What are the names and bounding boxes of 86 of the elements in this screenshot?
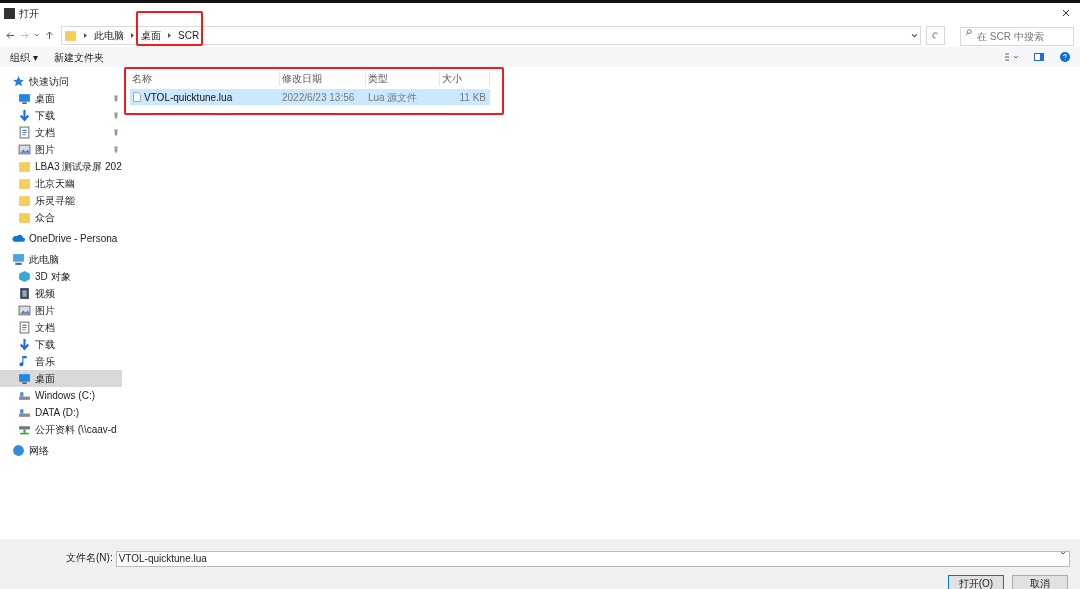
star-icon [12, 75, 25, 88]
down-arrow-icon [18, 109, 31, 122]
refresh-icon [932, 31, 939, 39]
pin-icon [113, 146, 119, 154]
up-arrow-icon[interactable] [45, 30, 54, 40]
sidebar-item[interactable]: 视频 [0, 285, 122, 302]
file-row[interactable]: VTOL-quicktune.lua 2022/6/23 13:56 Lua 源文件 11 KB [130, 89, 490, 105]
sidebar-item[interactable]: LBA3 测试录屏 202 [0, 158, 122, 175]
file-size: 11 KB [458, 90, 487, 105]
sidebar-item[interactable]: 此电脑 [0, 251, 122, 268]
document-icon [18, 126, 31, 139]
column-header[interactable]: 大小 [440, 71, 490, 86]
file-name-field[interactable]: VTOL-quicktune.lua [115, 550, 1070, 567]
network-drive-icon [18, 423, 31, 436]
sidebar-item[interactable]: 音乐 [0, 353, 122, 370]
monitor-icon [18, 372, 31, 385]
help-icon[interactable] [1060, 52, 1070, 62]
sidebar-item[interactable]: 公开资料 (\\caav-d [0, 421, 122, 438]
toolbar-button[interactable]: 组织 ▾ [10, 49, 38, 65]
folder-icon [64, 28, 77, 42]
address-bar[interactable]: 此电脑 桌面 SCR [61, 25, 921, 45]
sidebar-item[interactable]: 图片 [0, 141, 122, 158]
computer-icon [12, 253, 25, 266]
sidebar-item[interactable]: 图片 [0, 302, 122, 319]
cancel-button[interactable]: 取消 [1012, 575, 1068, 589]
file-type: Lua 源文件 [367, 90, 419, 105]
file-name: VTOL-quicktune.lua [144, 90, 233, 105]
monitor-icon [18, 92, 31, 105]
view-options-icon[interactable] [1004, 53, 1018, 61]
chevron-down-icon [1060, 550, 1066, 556]
drive-icon [18, 406, 31, 419]
sidebar-item[interactable]: 下载 [0, 336, 122, 353]
network-icon [12, 444, 25, 457]
close-icon [1062, 9, 1070, 17]
chevron-down-icon[interactable] [34, 32, 40, 38]
sidebar-item[interactable]: OneDrive - Persona [0, 230, 122, 247]
image-icon [18, 143, 31, 156]
breadcrumb-item[interactable]: SCR [178, 27, 200, 43]
folder-icon [18, 160, 31, 173]
document-icon [18, 321, 31, 334]
chevron-right-icon [167, 31, 172, 39]
breadcrumb-item[interactable]: 此电脑 [94, 27, 124, 43]
folder-icon [18, 177, 31, 190]
chevron-right-icon [83, 31, 88, 39]
film-icon [18, 287, 31, 300]
sidebar-item[interactable]: 北京天幽 [0, 175, 122, 192]
modified-date: 2022/6/23 13:56 [281, 90, 356, 105]
back-arrow-icon[interactable] [6, 30, 15, 40]
file-icon [133, 92, 141, 102]
sidebar-item[interactable]: 快速访问 [0, 73, 122, 90]
sidebar-item[interactable]: 桌面 [0, 90, 122, 107]
sidebar-item[interactable]: 3D 对象 [0, 268, 122, 285]
column-header[interactable]: 名称 [130, 71, 280, 86]
window-title: 打开 [19, 6, 39, 21]
sidebar-item[interactable]: 文档 [0, 319, 122, 336]
sidebar-item[interactable]: 众合 [0, 209, 122, 226]
preview-pane-icon[interactable] [1034, 53, 1044, 61]
app-icon [4, 7, 15, 19]
folder-icon [18, 211, 31, 224]
column-header[interactable]: 类型 [366, 71, 440, 86]
highlight-frame [136, 11, 203, 46]
folder-icon [18, 194, 31, 207]
cloud-icon [12, 232, 25, 245]
cube-icon [18, 270, 31, 283]
file-name-label: 文件名(N): [66, 550, 113, 565]
breadcrumb-item[interactable]: 桌面 [141, 27, 161, 43]
sidebar-item[interactable]: 文档 [0, 124, 122, 141]
column-header[interactable]: 修改日期 [280, 71, 366, 86]
search-field[interactable]: 在 SCR 中搜索 [960, 27, 1074, 46]
search-icon [965, 29, 972, 36]
pin-icon [113, 129, 119, 137]
sidebar-item[interactable]: 下载 [0, 107, 122, 124]
pin-icon [113, 112, 119, 120]
pin-icon [113, 95, 119, 103]
sidebar-item[interactable]: 桌面 [0, 370, 122, 387]
drive-icon [18, 389, 31, 402]
sidebar-item[interactable]: DATA (D:) [0, 404, 122, 421]
sidebar-item[interactable]: 网络 [0, 442, 122, 459]
chevron-right-icon [130, 31, 135, 39]
open-button[interactable]: 打开(O) [948, 575, 1004, 589]
sidebar-item[interactable]: 乐灵寻能 [0, 192, 122, 209]
image-icon [18, 304, 31, 317]
toolbar-button[interactable]: 新建文件夹 [53, 49, 104, 65]
chevron-down-icon[interactable] [911, 31, 918, 39]
sidebar-item[interactable]: Windows (C:) [0, 387, 122, 404]
down-arrow-icon [18, 338, 31, 351]
